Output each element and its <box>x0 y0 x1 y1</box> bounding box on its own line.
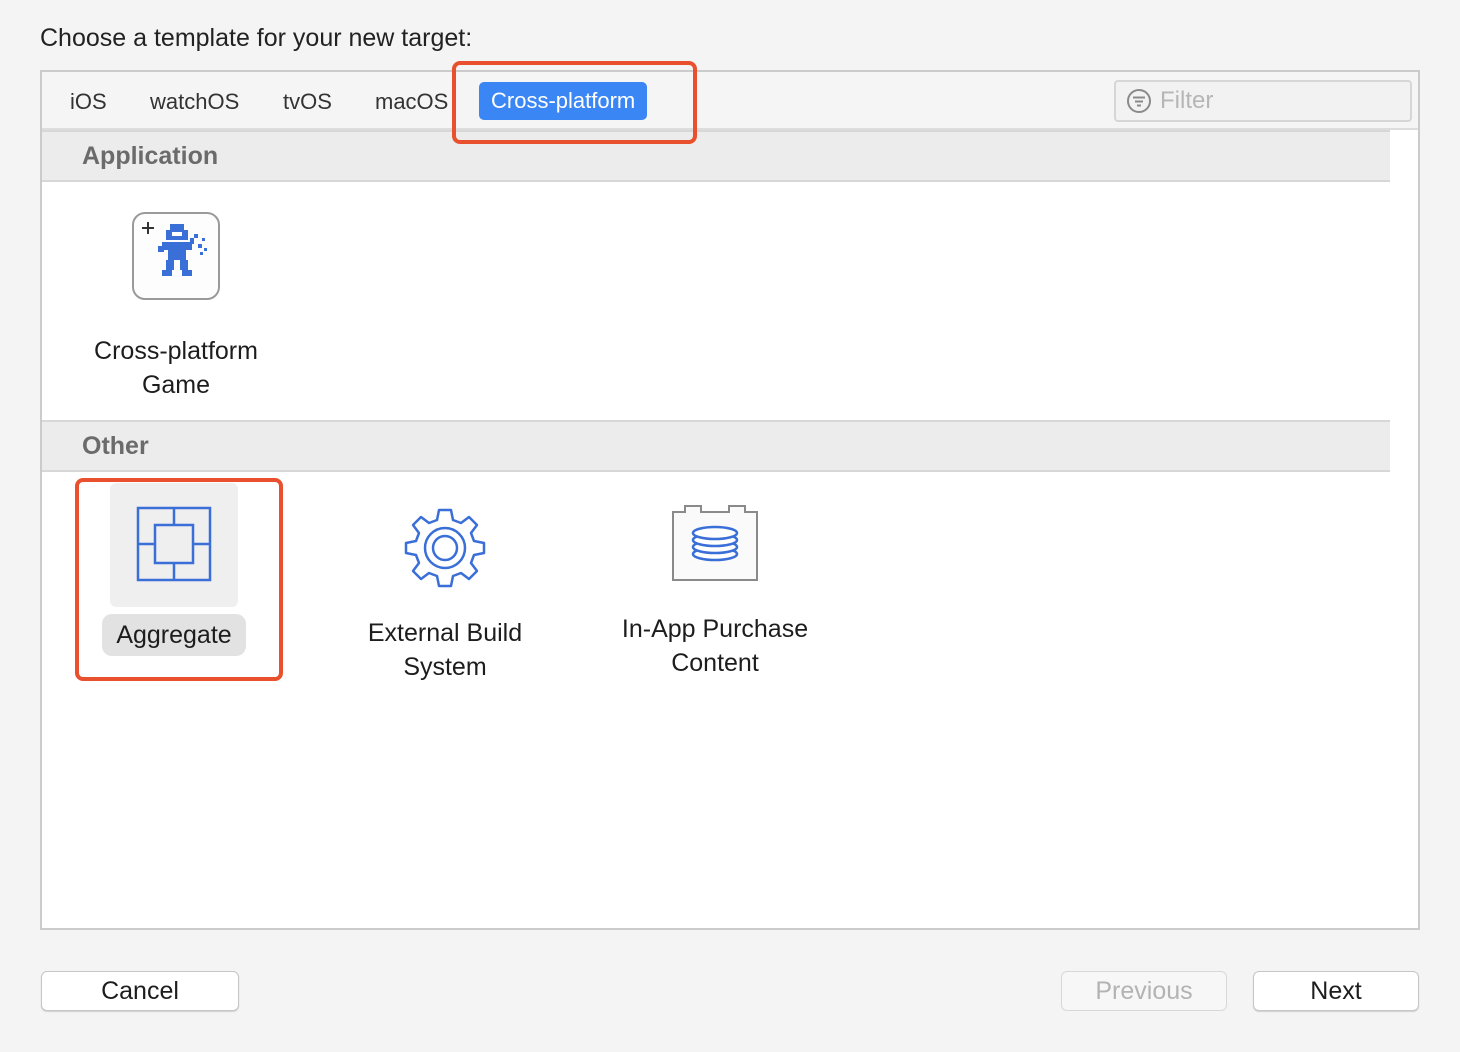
template-label-line2: Content <box>671 649 759 677</box>
aggregate-icon <box>136 506 212 582</box>
filter-icon <box>1127 89 1151 113</box>
tab-tvos[interactable]: tvOS <box>271 84 344 120</box>
template-label-line2: Game <box>141 371 211 399</box>
database-box-icon <box>672 505 758 581</box>
template-label: External Build <box>367 619 523 647</box>
tab-cross-platform[interactable]: Cross-platform <box>479 82 648 120</box>
template-label: Cross-platform <box>94 337 258 365</box>
tab-macos[interactable]: macOS <box>363 84 460 120</box>
filter-input[interactable] <box>1160 87 1400 115</box>
gear-icon <box>404 508 486 588</box>
section-header-other: Other <box>42 420 1390 472</box>
next-button[interactable]: Next <box>1253 971 1419 1011</box>
section-header-application: Application <box>42 130 1390 182</box>
template-external-build-system[interactable]: External Build System <box>345 506 545 684</box>
game-sprite-icon <box>132 212 220 300</box>
previous-button[interactable]: Previous <box>1061 971 1227 1011</box>
tab-watchos[interactable]: watchOS <box>138 84 251 120</box>
platform-tab-bar: iOS watchOS tvOS macOS Cross-platform <box>42 72 1418 130</box>
template-cross-platform-game[interactable]: Cross-platform Game <box>76 212 276 402</box>
filter-field[interactable] <box>1114 80 1412 122</box>
template-label: Aggregate <box>102 614 246 656</box>
template-panel: iOS watchOS tvOS macOS Cross-platform Ap… <box>40 70 1420 930</box>
template-label-line2: System <box>403 653 487 681</box>
template-label: In-App Purchase <box>621 615 809 643</box>
template-aggregate[interactable]: Aggregate <box>74 506 274 656</box>
tab-ios[interactable]: iOS <box>58 84 119 120</box>
dialog-heading: Choose a template for your new target: <box>40 24 473 52</box>
template-in-app-purchase-content[interactable]: In-App Purchase Content <box>615 504 815 680</box>
cancel-button[interactable]: Cancel <box>41 971 239 1011</box>
